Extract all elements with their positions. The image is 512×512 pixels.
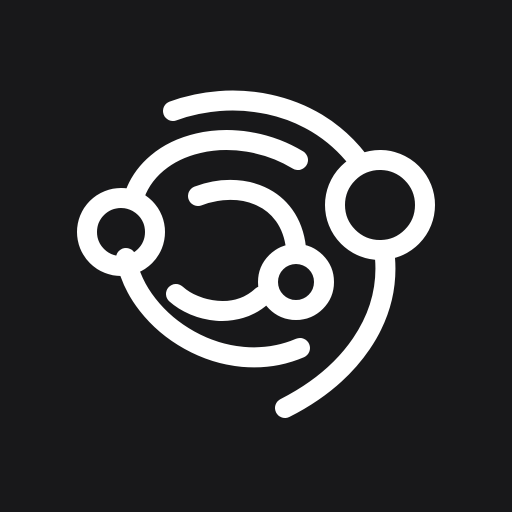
small-center-planet	[258, 244, 334, 320]
large-right-planet	[325, 150, 435, 260]
orbit-planets-logo-icon	[77, 90, 435, 418]
outer-orbit-bottom-arc	[275, 248, 396, 418]
app-icon-canvas	[0, 0, 512, 512]
